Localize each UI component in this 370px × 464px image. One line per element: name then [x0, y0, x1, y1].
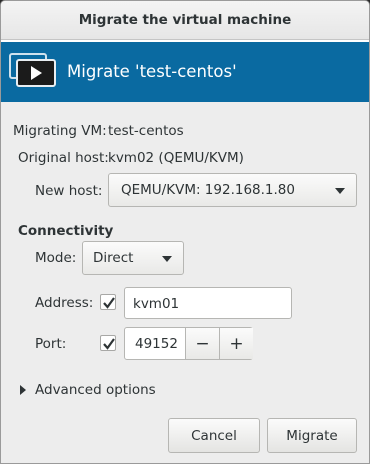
header-title: Migrate 'test-centos' [67, 62, 237, 81]
dialog-header: Migrate 'test-centos' [1, 40, 369, 102]
advanced-options-label: Advanced options [35, 382, 156, 398]
cancel-button[interactable]: Cancel [168, 418, 260, 453]
migrating-vm-value: test-centos [108, 123, 184, 139]
new-host-select[interactable]: QEMU/KVM: 192.168.1.80 [108, 173, 357, 207]
check-icon [103, 338, 115, 350]
title-bar[interactable]: Migrate the virtual machine [1, 1, 369, 40]
original-host-label: Original host: [18, 150, 109, 166]
address-label: Address: [35, 295, 94, 311]
chevron-down-icon [335, 188, 345, 194]
port-value: 49152 [135, 336, 178, 352]
mode-value: Direct [93, 250, 134, 266]
mode-label: Mode: [35, 250, 77, 266]
new-host-label: New host: [35, 183, 103, 199]
original-host-value: kvm02 (QEMU/KVM) [108, 150, 244, 166]
migrate-button[interactable]: Migrate [267, 418, 357, 453]
chevron-down-icon [162, 256, 172, 262]
mode-select[interactable]: Direct [82, 241, 184, 275]
vm-screen-icon [9, 53, 56, 87]
address-input[interactable]: kvm01 [124, 287, 292, 319]
port-spinbutton[interactable]: 49152 − + [124, 327, 253, 360]
check-icon [103, 297, 115, 309]
address-value: kvm01 [133, 296, 180, 312]
plus-icon: + [229, 333, 244, 354]
port-decrement-button[interactable]: − [185, 328, 219, 359]
connectivity-heading: Connectivity [18, 223, 114, 239]
migrating-vm-label: Migrating VM: [13, 123, 107, 139]
address-checkbox[interactable] [100, 294, 116, 310]
migrate-label: Migrate [286, 427, 338, 444]
port-checkbox[interactable] [100, 335, 116, 351]
window-title: Migrate the virtual machine [78, 12, 292, 28]
new-host-value: QEMU/KVM: 192.168.1.80 [121, 182, 295, 198]
migrate-dialog: Migrate the virtual machine Migrate 'tes… [0, 0, 370, 464]
cancel-label: Cancel [191, 427, 237, 444]
expander-arrow-icon [20, 385, 26, 395]
port-increment-button[interactable]: + [219, 328, 253, 359]
minus-icon: − [195, 333, 210, 354]
port-label: Port: [35, 336, 67, 352]
advanced-options-expander[interactable]: Advanced options [19, 382, 156, 398]
